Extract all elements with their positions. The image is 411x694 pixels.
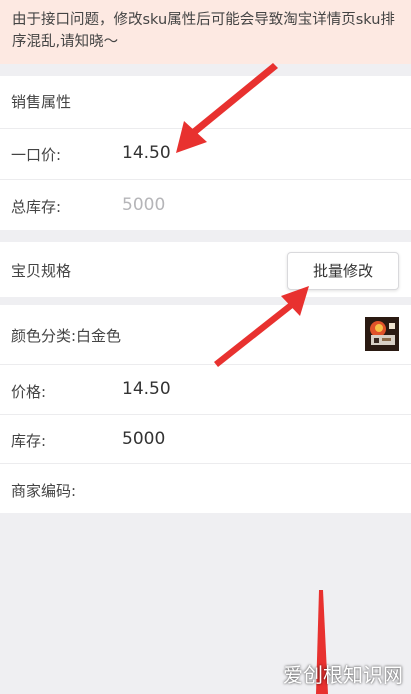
color-category-row: 颜色分类:白金色 bbox=[0, 305, 411, 364]
merchant-code-label: 商家编码: bbox=[11, 482, 77, 500]
item-spec-card: 宝贝规格 批量修改 bbox=[0, 242, 411, 297]
merchant-code-row[interactable]: 商家编码: bbox=[0, 463, 411, 513]
batch-edit-button[interactable]: 批量修改 bbox=[287, 252, 399, 290]
sku-price-input[interactable]: 14.50 bbox=[122, 379, 171, 399]
sku-detail-card: 颜色分类:白金色 价格: 14.50 库存: 5000 商家编码: bbox=[0, 305, 411, 513]
fixed-price-input[interactable]: 14.50 bbox=[122, 143, 171, 163]
sku-price-label: 价格: bbox=[11, 383, 47, 401]
item-spec-title: 宝贝规格 bbox=[11, 262, 72, 280]
sales-section-header: 销售属性 bbox=[0, 76, 411, 128]
sales-attributes-card: 销售属性 一口价: 14.50 总库存: 5000 bbox=[0, 76, 411, 230]
sku-stock-row[interactable]: 库存: 5000 bbox=[0, 414, 411, 463]
notice-text: 由于接口问题，修改sku属性后可能会导致淘宝详情页sku排序混乱,请知晓～ bbox=[12, 12, 395, 50]
sales-section-title: 销售属性 bbox=[11, 93, 72, 111]
total-stock-label: 总库存: bbox=[11, 198, 62, 216]
total-stock-value: 5000 bbox=[122, 195, 166, 215]
interface-notice-banner: 由于接口问题，修改sku属性后可能会导致淘宝详情页sku排序混乱,请知晓～ bbox=[0, 0, 411, 64]
fixed-price-row[interactable]: 一口价: 14.50 bbox=[0, 128, 411, 179]
total-stock-row[interactable]: 总库存: 5000 bbox=[0, 179, 411, 230]
sku-stock-input[interactable]: 5000 bbox=[122, 429, 165, 449]
sku-price-row[interactable]: 价格: 14.50 bbox=[0, 364, 411, 414]
sku-thumbnail-image bbox=[365, 317, 399, 351]
fixed-price-label: 一口价: bbox=[11, 146, 62, 164]
color-category-label: 颜色分类:白金色 bbox=[11, 327, 122, 345]
sku-stock-label: 库存: bbox=[11, 432, 47, 450]
watermark-text: 爱创根知识网 bbox=[283, 663, 403, 687]
